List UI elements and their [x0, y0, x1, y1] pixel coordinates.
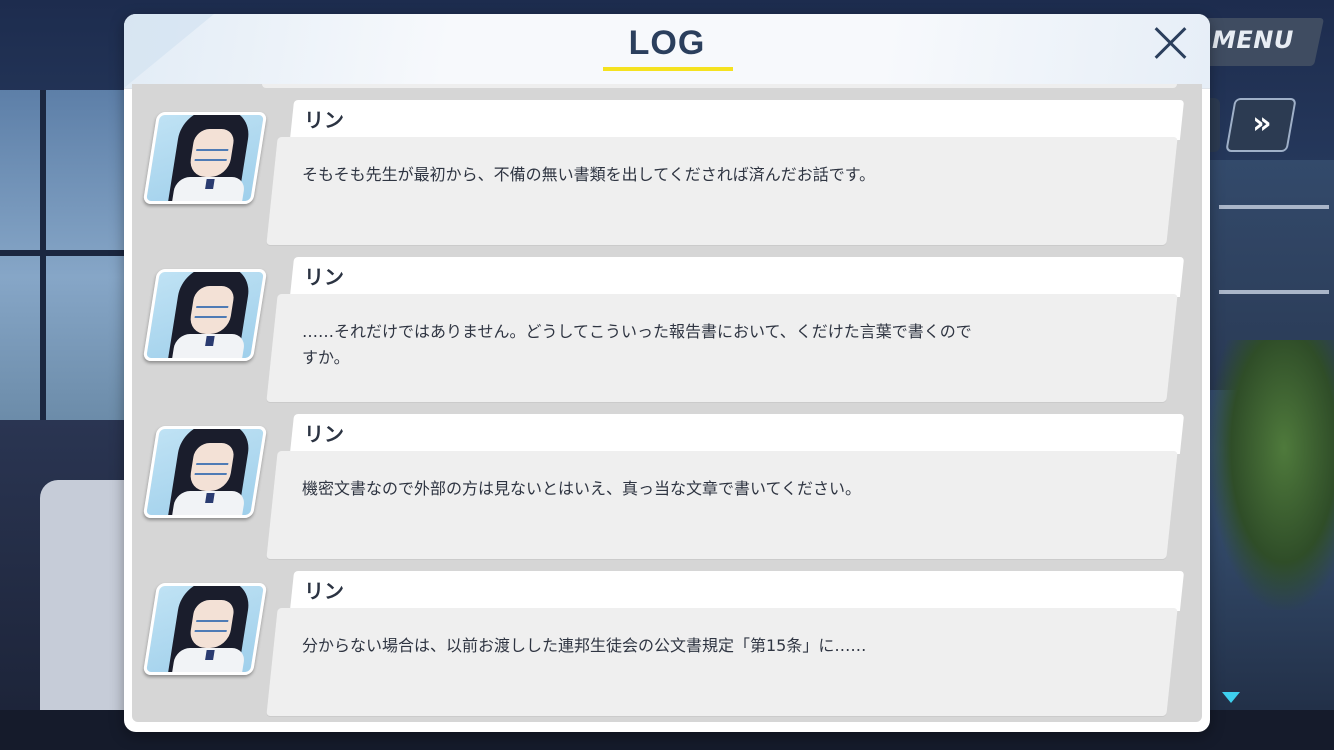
log-entry: リン ……それだけではありません。どうしてこういった報告書において、くだけた言葉… [132, 249, 1202, 402]
background-plant [1209, 340, 1334, 610]
fast-forward-icon: » [1252, 106, 1272, 141]
log-entry: リン 分からない場合は、以前お渡しした連邦生徒会の公文書規定「第15条」に…… [132, 563, 1202, 716]
log-list[interactable]: リン そもそも先生が最初から、不備の無い書類を出してくだされば済んだお話です。 … [132, 84, 1202, 722]
previous-entry-edge [262, 84, 1177, 88]
dialogue-box [266, 451, 1178, 559]
dialogue-box [266, 608, 1178, 716]
log-entry: リン そもそも先生が最初から、不備の無い書類を出してくだされば済んだお話です。 [132, 92, 1202, 245]
speaker-name: リン [304, 108, 344, 132]
background-window [0, 90, 141, 430]
speaker-avatar [142, 112, 268, 204]
log-modal-header: LOG [124, 14, 1210, 89]
speaker-avatar [142, 426, 268, 518]
dialogue-text: ……それだけではありません。どうしてこういった報告書において、くだけた言葉で書く… [302, 322, 972, 367]
scroll-down-indicator-icon [1222, 692, 1240, 703]
speaker-name: リン [304, 265, 344, 289]
speaker-avatar [142, 269, 268, 361]
speaker-name: リン [304, 579, 344, 603]
close-button[interactable] [1149, 22, 1193, 66]
log-title: LOG [628, 24, 706, 62]
log-modal: LOG リン そもそも先生が最初から、不備の無い書類を出してくだされば済んだお話… [124, 14, 1210, 732]
speaker-avatar [142, 583, 268, 675]
speaker-name: リン [304, 422, 344, 446]
menu-button-label: MENU [1212, 26, 1294, 54]
speaker-name-bar [289, 100, 1185, 140]
dialogue-text: 分からない場合は、以前お渡しした連邦生徒会の公文書規定「第15条」に…… [302, 636, 867, 655]
dialogue-text: 機密文書なので外部の方は見ないとはいえ、真っ当な文章で書いてください。 [302, 479, 862, 498]
speaker-name-bar [289, 414, 1185, 454]
speaker-name-bar [289, 571, 1185, 611]
log-entry: リン 機密文書なので外部の方は見ないとはいえ、真っ当な文章で書いてください。 [132, 406, 1202, 559]
speaker-name-bar [289, 257, 1185, 297]
title-underline [603, 67, 733, 71]
dialogue-box [266, 137, 1178, 245]
dialogue-text: そもそも先生が最初から、不備の無い書類を出してくだされば済んだお話です。 [302, 165, 876, 184]
